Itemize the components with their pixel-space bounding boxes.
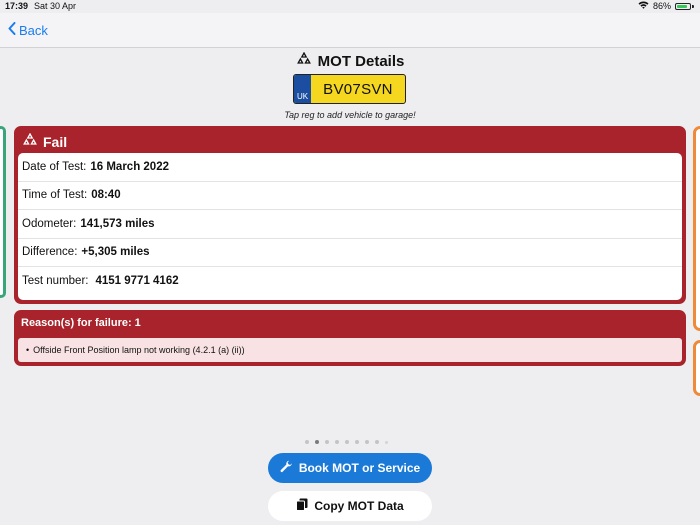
registration-plate[interactable]: UK BV07SVN [293,74,406,104]
battery-percent: 86% [652,1,671,11]
next-test-advisory-card[interactable] [693,340,700,396]
nav-bar: Back [0,13,700,48]
status-bar: 17:39 Sat 30 Apr 86% [0,0,700,13]
tap-hint: Tap reg to add vehicle to garage! [284,110,416,120]
back-button[interactable]: Back [8,22,48,38]
detail-label: Date of Test: [22,160,87,173]
detail-value: 08:40 [91,189,121,202]
detail-value: 4151 9771 4162 [95,275,179,288]
previous-test-card[interactable] [0,126,6,298]
page-dot[interactable] [375,440,379,444]
page-dot[interactable] [315,440,319,444]
wrench-icon [280,460,293,476]
page-dot[interactable] [355,440,359,444]
plate-country-band: UK [294,75,311,103]
detail-value: 16 March 2022 [90,160,169,173]
test-details: Date of Test: 16 March 2022 Time of Test… [18,153,682,300]
page-dot[interactable] [305,440,309,444]
page-dot[interactable] [365,440,369,444]
detail-row-difference: Difference: +5,305 miles [18,239,682,267]
battery-cap [692,4,694,8]
detail-value: 141,573 miles [80,217,155,230]
wifi-icon [638,1,649,11]
page-indicator[interactable] [305,440,388,444]
failure-reasons-title: Reason(s) for failure: 1 [21,317,141,329]
chevron-left-icon [8,22,16,38]
status-time: 17:39 [5,1,29,11]
plate-reg: BV07SVN [323,80,393,98]
book-mot-label: Book MOT or Service [298,461,421,475]
page-dot[interactable] [345,440,349,444]
detail-label: Odometer: [22,217,77,230]
page-dot[interactable] [385,441,388,444]
page-title: MOT Details [0,51,700,70]
detail-row-time: Time of Test: 08:40 [18,182,682,210]
detail-row-odometer: Odometer: 141,573 miles [18,210,682,239]
test-result-status: Fail [43,133,68,150]
plate-country: UK [296,92,309,101]
copy-icon [296,498,308,514]
status-date: Sat 30 Apr [34,1,77,11]
copy-mot-data-label: Copy MOT Data [314,499,404,513]
battery-fill [677,4,687,8]
page-dot[interactable] [335,440,339,444]
next-test-card[interactable] [693,126,700,331]
mot-triangles-icon [296,51,312,70]
back-label: Back [19,22,48,38]
detail-label: Test number: [22,275,89,288]
failure-reason-text: Offside Front Position lamp not working … [33,345,245,355]
copy-mot-data-button[interactable]: Copy MOT Data [268,491,432,521]
book-mot-button[interactable]: Book MOT or Service [268,453,432,483]
battery-icon [675,2,691,10]
detail-label: Difference: [22,246,78,259]
detail-row-date: Date of Test: 16 March 2022 [18,153,682,182]
test-result-card: Fail Date of Test: 16 March 2022 Time of… [14,126,686,304]
failure-reason-item: • Offside Front Position lamp not workin… [18,338,682,362]
page-dot[interactable] [325,440,329,444]
failure-reasons-card: Reason(s) for failure: 1 • Offside Front… [14,310,686,366]
page-title-text: MOT Details [317,52,405,70]
bullet: • [26,345,30,355]
detail-value: +5,305 miles [81,246,150,259]
detail-label: Time of Test: [22,189,88,202]
detail-row-test-number: Test number: 4151 9771 4162 [18,267,682,296]
test-result-header: Fail [22,132,68,150]
status-indicators: 86% [638,1,694,11]
mot-triangles-icon [22,132,38,150]
